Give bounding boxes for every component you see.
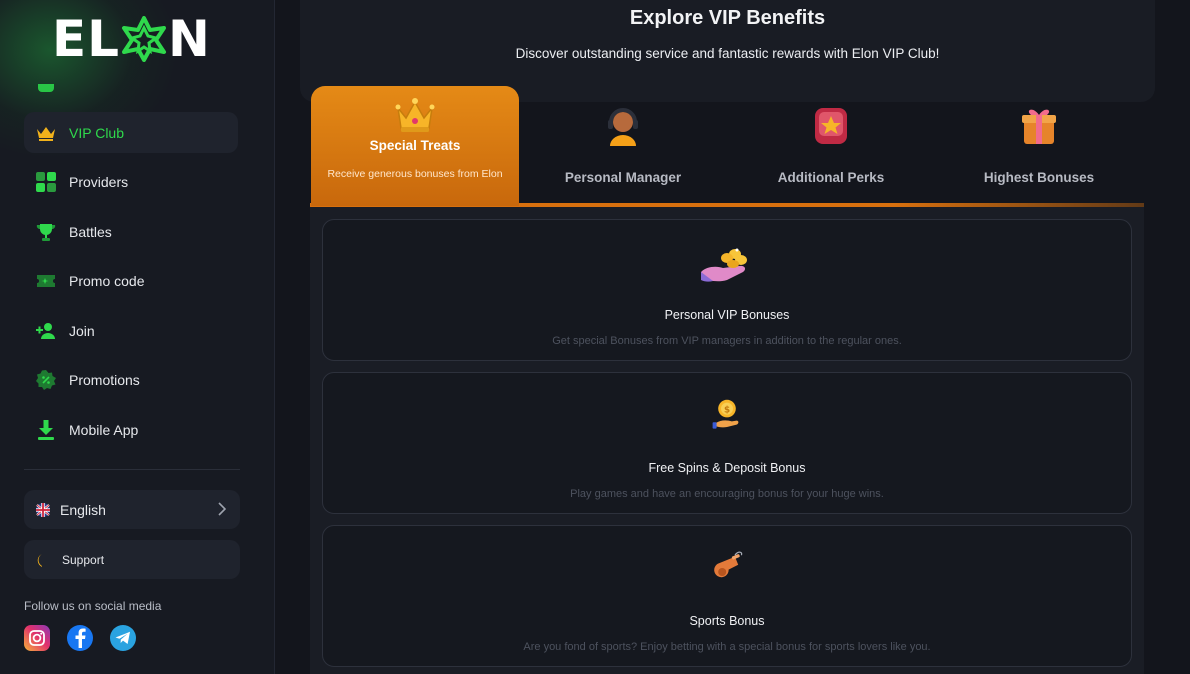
language-label: English <box>60 501 106 518</box>
sidebar-item-join[interactable]: Join <box>24 310 238 351</box>
benefit-card: Sports Bonus Are you fond of sports? Enj… <box>322 525 1132 667</box>
ticket-icon <box>36 271 56 291</box>
tab-highest-bonuses[interactable]: Highest Bonuses <box>935 86 1143 206</box>
coin-hand-icon: $ <box>712 399 739 429</box>
sidebar-item-providers[interactable]: Providers <box>24 162 238 203</box>
tab-title: Additional Perks <box>777 170 885 185</box>
benefit-card: $ Free Spins & Deposit Bonus Play games … <box>322 372 1132 514</box>
sidebar-item-promotions[interactable]: Promotions <box>24 360 238 401</box>
elon-logo[interactable]: EL N <box>52 14 211 64</box>
sidebar-item-vip-club[interactable]: VIP Club <box>24 112 238 153</box>
tab-personal-manager[interactable]: Personal Manager <box>519 86 727 206</box>
nav-item-cut-off <box>38 84 54 92</box>
logo-letters-el: EL <box>52 10 121 68</box>
gift-icon <box>1022 109 1056 144</box>
uk-flag-icon <box>36 502 50 517</box>
vip-benefits-panel: Special Treats Receive generous bonuses … <box>310 86 1144 674</box>
tab-title: Special Treats <box>369 138 461 153</box>
card-title: Sports Bonus <box>689 614 765 628</box>
sidebar-nav: VIP Club Providers Battles Promo code Jo… <box>24 112 238 459</box>
logo-star-icon <box>122 16 167 62</box>
sidebar-item-label: Promo code <box>69 273 145 290</box>
badge-percent-icon <box>36 370 56 391</box>
tab-title: Highest Bonuses <box>983 170 1095 185</box>
sidebar-item-battles[interactable]: Battles <box>24 211 238 252</box>
star-badge-icon <box>815 108 847 144</box>
sidebar-item-label: Providers <box>69 174 129 191</box>
sidebar-divider <box>24 469 240 470</box>
whistle-icon <box>714 551 743 578</box>
moon-support-icon <box>37 553 50 568</box>
sidebar-item-label: Battles <box>69 223 112 240</box>
logo-letter-n: N <box>168 10 211 68</box>
grid-icon <box>36 172 56 193</box>
sidebar: EL N VIP Club Providers Battles Promo co… <box>0 0 275 674</box>
page-subtitle: Discover outstanding service and fantast… <box>515 46 940 61</box>
tab-title: Personal Manager <box>564 170 682 185</box>
crown-icon <box>395 98 435 132</box>
sidebar-item-label: Mobile App <box>69 422 139 439</box>
support-button[interactable]: Support <box>24 540 240 579</box>
sidebar-item-label: Join <box>69 322 95 339</box>
follow-us-text: Follow us on social media <box>24 599 162 613</box>
tab-special-treats[interactable]: Special Treats Receive generous bonuses … <box>311 86 519 206</box>
language-selector[interactable]: English <box>24 490 240 529</box>
instagram-icon[interactable] <box>24 625 50 651</box>
page-title: Explore VIP Benefits <box>629 7 826 29</box>
card-title: Free Spins & Deposit Bonus <box>648 461 806 475</box>
svg-text:$: $ <box>724 406 730 416</box>
card-description: Play games and have an encouraging bonus… <box>570 488 884 500</box>
chevron-right-icon <box>218 502 226 516</box>
headset-icon <box>608 108 638 146</box>
sidebar-item-label: Promotions <box>69 372 140 389</box>
trophy-icon <box>36 222 56 242</box>
social-links <box>24 625 136 651</box>
card-title: Personal VIP Bonuses <box>664 308 790 322</box>
download-icon <box>36 420 56 441</box>
tab-description: Receive generous bonuses from Elon <box>327 168 503 180</box>
tab-additional-perks[interactable]: Additional Perks <box>727 86 935 206</box>
telegram-icon[interactable] <box>110 625 136 651</box>
benefit-card: Personal VIP Bonuses Get special Bonuses… <box>322 219 1132 361</box>
add-user-icon <box>36 321 56 341</box>
sidebar-item-label: VIP Club <box>69 124 124 141</box>
card-description: Are you fond of sports? Enjoy betting wi… <box>523 641 931 653</box>
support-label: Support <box>62 552 105 567</box>
facebook-icon[interactable] <box>67 625 93 651</box>
sidebar-item-mobile-app[interactable]: Mobile App <box>24 410 238 451</box>
hand-coins-icon <box>701 248 747 282</box>
crown-icon <box>36 123 56 143</box>
sidebar-item-promo-code[interactable]: Promo code <box>24 261 238 302</box>
card-description: Get special Bonuses from VIP managers in… <box>552 335 902 347</box>
